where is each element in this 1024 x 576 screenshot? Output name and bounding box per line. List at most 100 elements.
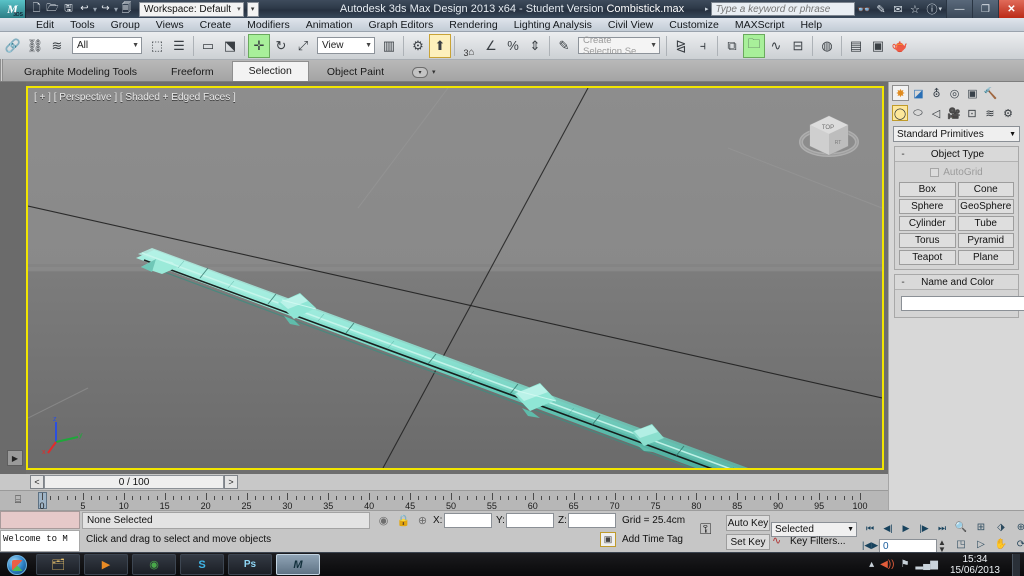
menu-item-views[interactable]: Views [148, 18, 192, 32]
previous-frame-button[interactable]: ◀| [880, 521, 896, 536]
render-setup-icon[interactable]: ▤ [845, 34, 867, 58]
menu-item-customize[interactable]: Customize [661, 18, 727, 32]
named-selection-edit-icon[interactable]: ✎ [553, 34, 575, 58]
next-frame-arrow[interactable]: > [224, 475, 238, 489]
helpers-category-button[interactable]: ⊡ [964, 105, 980, 121]
create-cylinder-button[interactable]: Cylinder [899, 216, 956, 231]
render-production-icon[interactable]: 🫖 [889, 34, 911, 58]
menu-item-group[interactable]: Group [103, 18, 148, 32]
workspace-dropdown-button[interactable]: ▾ [246, 1, 259, 17]
menu-item-create[interactable]: Create [192, 18, 240, 32]
display-tab[interactable]: ▣ [964, 85, 981, 101]
autogrid-row[interactable]: AutoGrid [899, 166, 1014, 182]
geometry-category-button[interactable]: ◯ [892, 105, 908, 121]
go-to-end-button[interactable]: ⏭ [934, 521, 950, 536]
menu-item-modifiers[interactable]: Modifiers [239, 18, 298, 32]
menu-item-lighting-analysis[interactable]: Lighting Analysis [506, 18, 600, 32]
rendered-frame-window-icon[interactable]: ▣ [867, 34, 889, 58]
create-tab[interactable]: ✸ [892, 85, 909, 101]
menu-item-graph-editors[interactable]: Graph Editors [360, 18, 441, 32]
taskbar-item-skype[interactable]: S [180, 554, 224, 575]
ribbon-grip-handle[interactable] [0, 59, 8, 81]
create-box-button[interactable]: Box [899, 182, 956, 197]
track-bar-ruler[interactable]: 0 5 10 15 20 25 30 35 40 45 50 55 60 65 70 75 80 85 90 95 10… [36, 491, 888, 511]
bind-to-space-warp-icon[interactable]: ≋ [46, 34, 68, 58]
select-and-rotate-icon[interactable]: ↻ [270, 34, 292, 58]
absolute-relative-transform-icon[interactable]: ⊕ [415, 513, 430, 528]
next-frame-button[interactable]: |▶ [916, 521, 932, 536]
create-tube-button[interactable]: Tube [957, 216, 1014, 231]
subscription-center-icon[interactable]: ✎ [872, 0, 889, 18]
auto-key-button[interactable]: Auto Key [726, 515, 770, 531]
tab-graphite-modeling-tools[interactable]: Graphite Modeling Tools [8, 63, 153, 81]
menu-item-help[interactable]: Help [792, 18, 830, 32]
window-crossing-toggle-icon[interactable]: ⬔ [219, 34, 241, 58]
open-file-button[interactable]: 🗁 [45, 2, 60, 17]
angle-snap-toggle-icon[interactable]: 3 ⌂ [458, 34, 480, 58]
frame-spinner[interactable]: ▲ ▼ [938, 539, 946, 554]
restore-button[interactable]: ❐ [972, 0, 998, 18]
pan-view-icon[interactable]: ✋ [992, 537, 1010, 552]
select-and-link-icon[interactable]: 🔗 [2, 34, 24, 58]
view-cube[interactable]: TOP RT [796, 106, 862, 168]
curve-editor-icon[interactable]: ∿ [765, 34, 787, 58]
previous-frame-arrow[interactable]: < [30, 475, 44, 489]
undo-dropdown-caret[interactable]: ▾ [93, 5, 97, 14]
layer-manager-icon[interactable]: ⧉ [721, 34, 743, 58]
select-and-scale-icon[interactable]: ⤢ [292, 34, 314, 58]
select-object-icon[interactable]: ⬚ [146, 34, 168, 58]
action-center-icon[interactable]: ⚑ [901, 559, 910, 570]
workspace-selector[interactable]: Workspace: Default ▾ [139, 1, 244, 17]
selection-lock-toggle-icon[interactable]: 🔒 [396, 513, 411, 528]
modify-tab[interactable]: ◪ [910, 85, 927, 101]
3dsmax-logo-icon[interactable]: M 3DS [0, 0, 26, 18]
utilities-tab[interactable]: 🔨 [982, 85, 999, 101]
name-and-color-header[interactable]: - Name and Color [895, 275, 1018, 290]
network-icon[interactable]: ▂▄▆ [915, 559, 937, 570]
unlink-selection-icon[interactable]: ⛓ [24, 34, 46, 58]
tab-object-paint[interactable]: Object Paint [311, 63, 400, 81]
set-key-curve-icon[interactable]: ∿ [772, 534, 781, 547]
start-button[interactable] [2, 554, 32, 576]
hierarchy-tab[interactable]: ⛢ [928, 85, 945, 101]
zoom-all-icon[interactable]: ⊞ [972, 520, 990, 535]
zoom-extents-icon[interactable]: ⬗ [992, 520, 1010, 535]
minimize-button[interactable]: — [946, 0, 972, 18]
tray-expand-icon[interactable]: ▴ [869, 559, 874, 570]
create-teapot-button[interactable]: Teapot [899, 250, 956, 265]
menu-item-maxscript[interactable]: MAXScript [727, 18, 793, 32]
viewport-expand-button[interactable]: ▶ [7, 450, 23, 466]
redo-dropdown-caret[interactable]: ▾ [114, 5, 118, 14]
create-sphere-button[interactable]: Sphere [899, 199, 956, 214]
time-tag-icon[interactable]: ▣ [600, 532, 616, 547]
close-button[interactable]: ✕ [998, 0, 1024, 18]
toggle-scene-explorer-icon[interactable]: 🗀 [743, 33, 765, 58]
lights-category-button[interactable]: ◁ [928, 105, 944, 121]
shapes-category-button[interactable]: ⬭ [910, 105, 926, 121]
taskbar-item-media-player[interactable]: ▶ [84, 554, 128, 575]
zoom-extents-all-icon[interactable]: ⊕ [1012, 520, 1024, 535]
key-filters-button[interactable]: Key Filters... [790, 536, 846, 547]
tab-freeform[interactable]: Freeform [155, 63, 230, 81]
z-coord-field[interactable] [568, 513, 616, 528]
autogrid-checkbox[interactable] [930, 168, 940, 177]
menu-item-edit[interactable]: Edit [28, 18, 62, 32]
maxscript-mini-listener-output[interactable]: Welcome to M [0, 530, 80, 552]
set-key-button[interactable]: Set Key [726, 534, 770, 550]
redo-button[interactable]: ↪ [98, 2, 113, 17]
favorites-star-icon[interactable]: ☆ [906, 0, 923, 18]
current-frame-readout[interactable]: 0 / 100 [44, 475, 224, 489]
taskbar-clock[interactable]: 15:34 15/06/2013 [944, 554, 1006, 576]
spinner-snap-toggle-icon[interactable]: % [502, 34, 524, 58]
project-folder-button[interactable]: 🗐 [119, 2, 134, 17]
material-editor-icon[interactable]: ◍ [816, 34, 838, 58]
key-filter-selection-dropdown[interactable]: Selected ▼ [771, 522, 857, 537]
go-to-start-button[interactable]: ⏮ [862, 521, 878, 536]
taskbar-item-photoshop[interactable]: Ps [228, 554, 272, 575]
show-desktop-button[interactable] [1012, 553, 1020, 576]
x-coord-field[interactable] [444, 513, 492, 528]
edit-named-selection-sets-icon[interactable]: ⇕ [524, 34, 546, 58]
orbit-icon[interactable]: ⟳ [1012, 537, 1024, 552]
tab-selection[interactable]: Selection [231, 61, 309, 81]
open-mini-curve-editor-icon[interactable]: ⌸ [0, 494, 36, 507]
